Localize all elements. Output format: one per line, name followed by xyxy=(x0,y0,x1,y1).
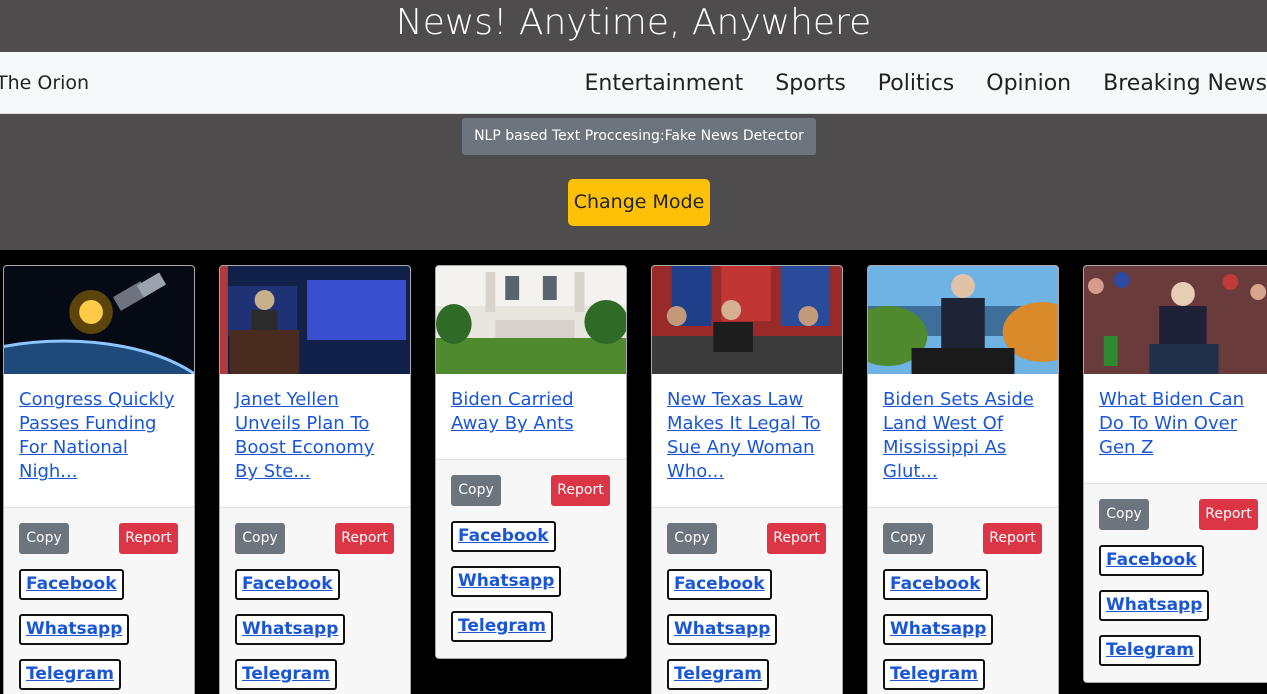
card-footer: Copy Report Facebook Whatsapp Telegram xyxy=(4,507,194,694)
card-body: Janet Yellen Unveils Plan To Boost Econo… xyxy=(220,374,410,484)
whatsapp-share-link[interactable]: Whatsapp xyxy=(19,614,130,645)
news-card: New Texas Law Makes It Legal To Sue Any … xyxy=(651,265,843,694)
report-button[interactable]: Report xyxy=(335,523,394,554)
nav-link-sports[interactable]: Sports xyxy=(775,71,846,96)
news-card: Congress Quickly Passes Funding For Nati… xyxy=(3,265,195,694)
nlp-badge: NLP based Text Proccesing:Fake News Dete… xyxy=(462,118,816,155)
facebook-share-link[interactable]: Facebook xyxy=(235,569,340,600)
whatsapp-share-link[interactable]: Whatsapp xyxy=(235,614,346,645)
whatsapp-share-link[interactable]: Whatsapp xyxy=(1099,590,1210,621)
facebook-share-link[interactable]: Facebook xyxy=(19,569,124,600)
telegram-share-link[interactable]: Telegram xyxy=(19,659,121,690)
rally-crowd-image xyxy=(1084,266,1267,374)
nav-link-opinion[interactable]: Opinion xyxy=(986,71,1071,96)
news-card: Biden Carried Away By Ants Copy Report F… xyxy=(435,265,627,659)
telegram-share-link[interactable]: Telegram xyxy=(883,659,985,690)
copy-button[interactable]: Copy xyxy=(19,523,69,554)
article-title-link[interactable]: Janet Yellen Unveils Plan To Boost Econo… xyxy=(235,388,395,484)
card-footer: Copy Report Facebook Whatsapp Telegram xyxy=(1084,483,1267,682)
article-title-link[interactable]: Biden Carried Away By Ants xyxy=(451,388,611,436)
report-button[interactable]: Report xyxy=(119,523,178,554)
whatsapp-share-link[interactable]: Whatsapp xyxy=(883,614,994,645)
card-body: Congress Quickly Passes Funding For Nati… xyxy=(4,374,194,484)
lakeside-podium-image xyxy=(868,266,1058,374)
telegram-share-link[interactable]: Telegram xyxy=(235,659,337,690)
copy-button[interactable]: Copy xyxy=(235,523,285,554)
navbar: The Orion Entertainment Sports Politics … xyxy=(0,52,1267,114)
whatsapp-share-link[interactable]: Whatsapp xyxy=(667,614,778,645)
site-header: News! Anytime, Anywhere xyxy=(0,0,1267,52)
report-button[interactable]: Report xyxy=(767,523,826,554)
nav-links: Entertainment Sports Politics Opinion Br… xyxy=(553,52,1267,114)
card-body: Biden Carried Away By Ants xyxy=(436,374,626,436)
card-body: What Biden Can Do To Win Over Gen Z xyxy=(1084,374,1267,460)
copy-button[interactable]: Copy xyxy=(1099,499,1149,530)
facebook-share-link[interactable]: Facebook xyxy=(667,569,772,600)
satellite-image xyxy=(4,266,194,374)
article-title-link[interactable]: What Biden Can Do To Win Over Gen Z xyxy=(1099,388,1259,460)
copy-button[interactable]: Copy xyxy=(451,475,501,506)
card-body: New Texas Law Makes It Legal To Sue Any … xyxy=(652,374,842,484)
card-footer: Copy Report Facebook Whatsapp Telegram xyxy=(220,507,410,694)
telegram-share-link[interactable]: Telegram xyxy=(1099,635,1201,666)
copy-button[interactable]: Copy xyxy=(883,523,933,554)
bill-signing-image xyxy=(652,266,842,374)
article-title-link[interactable]: Biden Sets Aside Land West Of Mississipp… xyxy=(883,388,1043,484)
brand-name[interactable]: The Orion xyxy=(0,52,89,114)
news-card: What Biden Can Do To Win Over Gen Z Copy… xyxy=(1083,265,1267,683)
facebook-share-link[interactable]: Facebook xyxy=(883,569,988,600)
press-briefing-image xyxy=(220,266,410,374)
telegram-share-link[interactable]: Telegram xyxy=(451,611,553,642)
card-body: Biden Sets Aside Land West Of Mississipp… xyxy=(868,374,1058,484)
card-footer: Copy Report Facebook Whatsapp Telegram xyxy=(868,507,1058,694)
news-cards: Congress Quickly Passes Funding For Nati… xyxy=(0,250,1267,694)
report-button[interactable]: Report xyxy=(1199,499,1258,530)
nav-link-politics[interactable]: Politics xyxy=(878,71,954,96)
whatsapp-share-link[interactable]: Whatsapp xyxy=(451,566,562,597)
news-card: Janet Yellen Unveils Plan To Boost Econo… xyxy=(219,265,411,694)
white-house-lawn-image xyxy=(436,266,626,374)
report-button[interactable]: Report xyxy=(983,523,1042,554)
change-mode-button[interactable]: Change Mode xyxy=(568,179,710,226)
news-card: Biden Sets Aside Land West Of Mississipp… xyxy=(867,265,1059,694)
facebook-share-link[interactable]: Facebook xyxy=(451,521,556,552)
facebook-share-link[interactable]: Facebook xyxy=(1099,545,1204,576)
report-button[interactable]: Report xyxy=(551,475,610,506)
copy-button[interactable]: Copy xyxy=(667,523,717,554)
card-footer: Copy Report Facebook Whatsapp Telegram xyxy=(436,459,626,658)
article-title-link[interactable]: Congress Quickly Passes Funding For Nati… xyxy=(19,388,179,484)
nav-link-entertainment[interactable]: Entertainment xyxy=(585,71,744,96)
telegram-share-link[interactable]: Telegram xyxy=(667,659,769,690)
card-footer: Copy Report Facebook Whatsapp Telegram xyxy=(652,507,842,694)
nav-link-breaking-news[interactable]: Breaking News xyxy=(1103,71,1267,96)
article-title-link[interactable]: New Texas Law Makes It Legal To Sue Any … xyxy=(667,388,827,484)
controls-panel: NLP based Text Proccesing:Fake News Dete… xyxy=(0,114,1267,250)
